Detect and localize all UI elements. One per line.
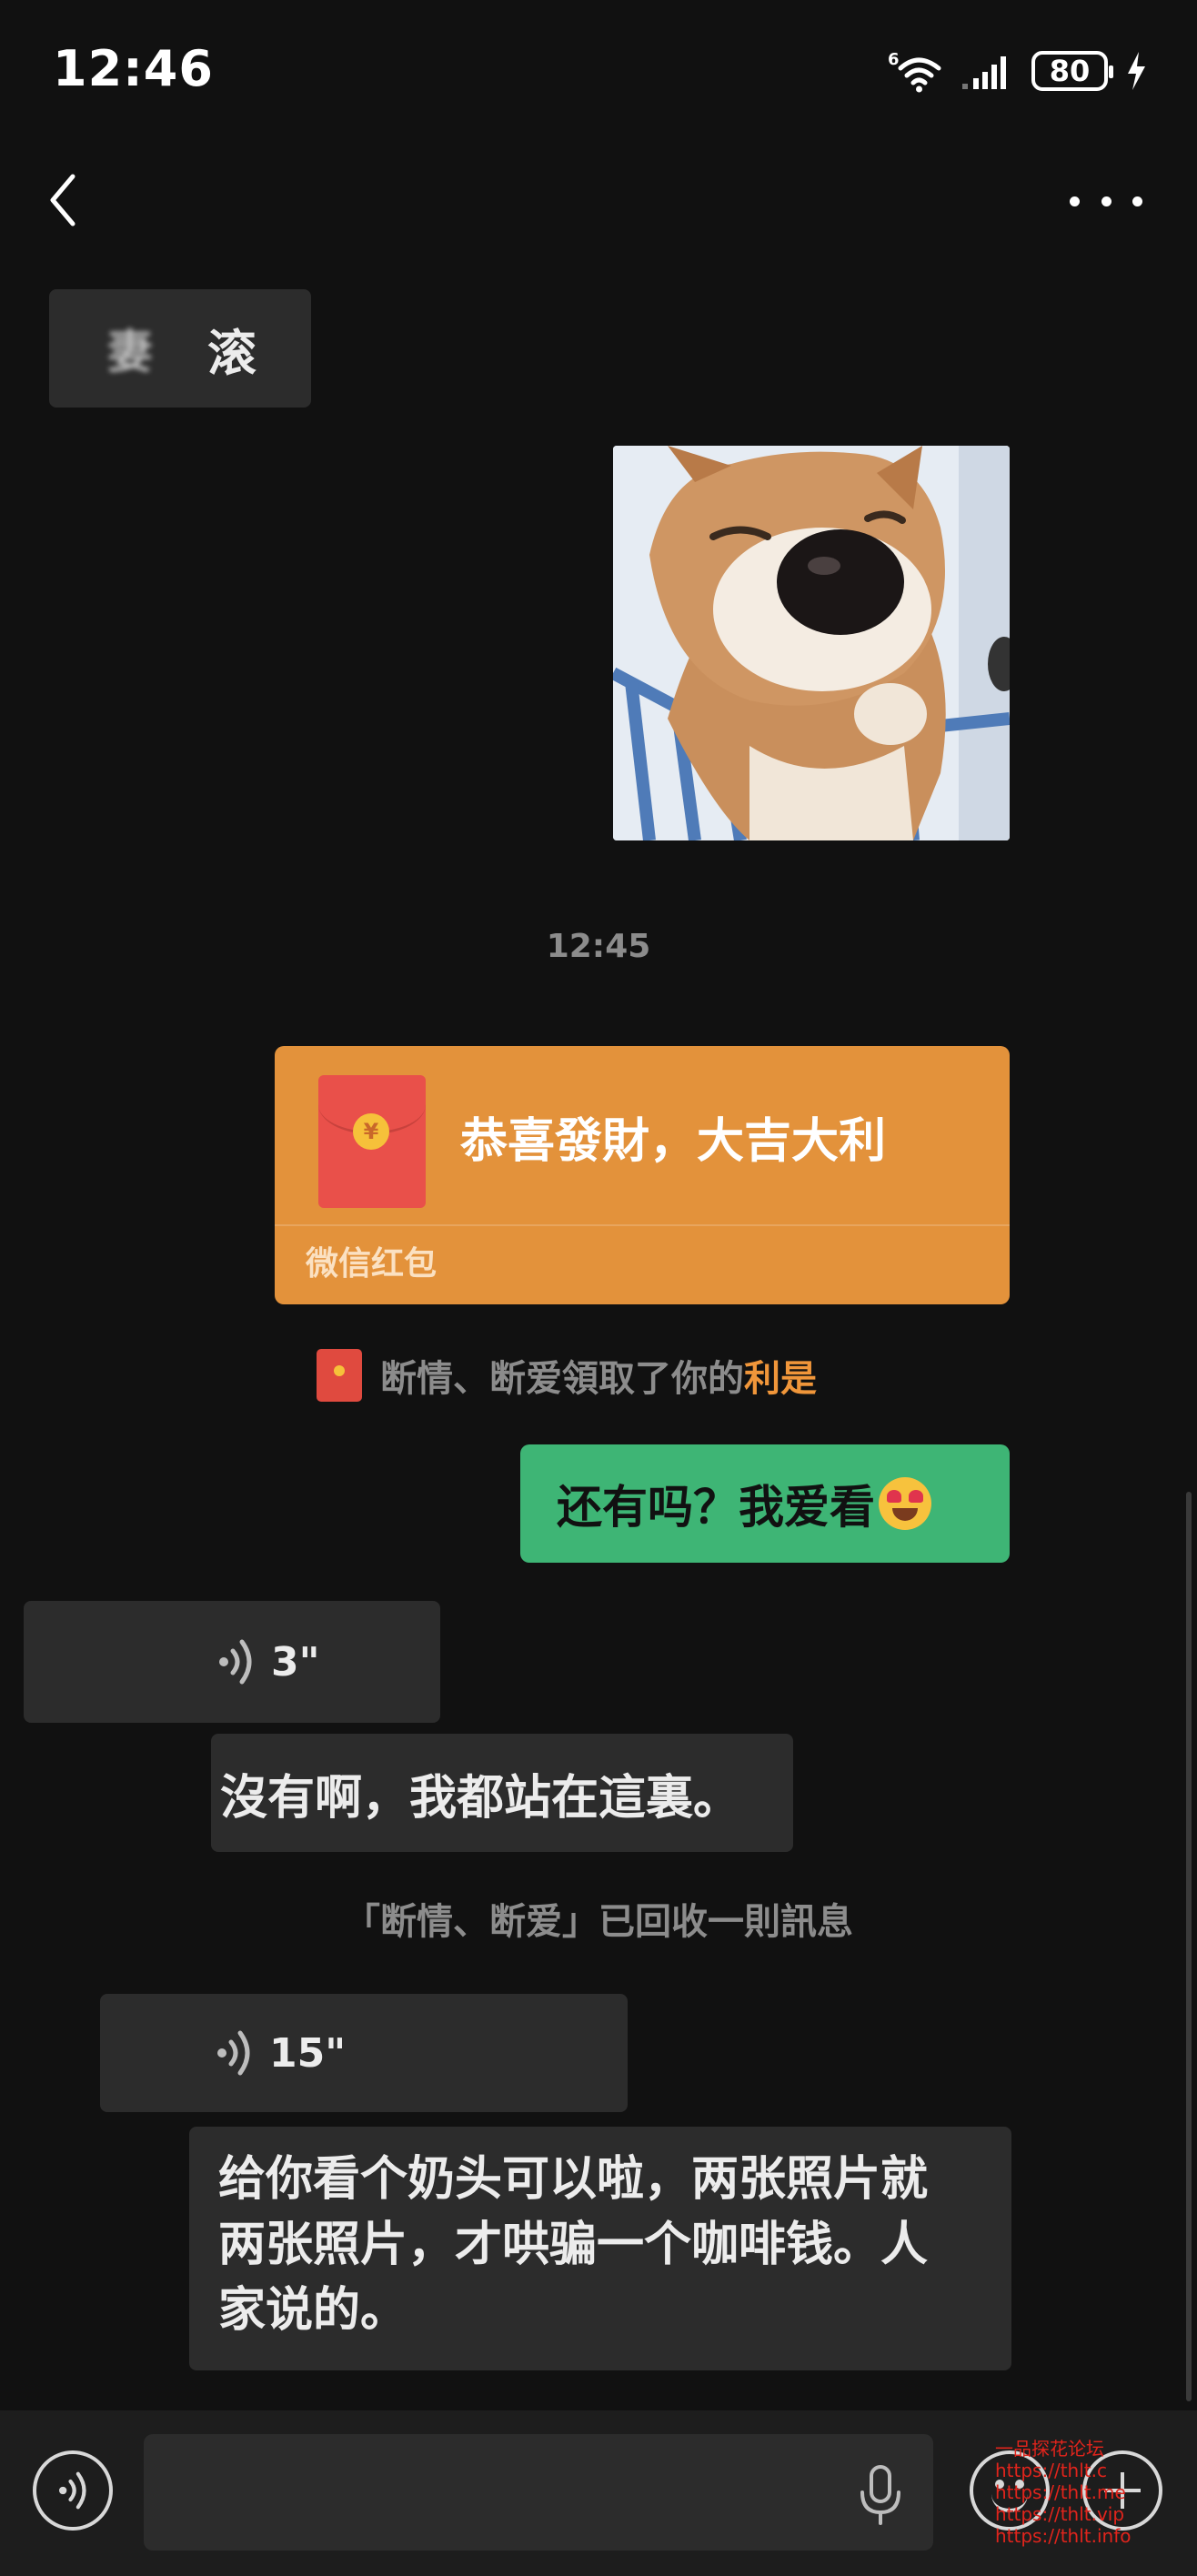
shiba-dog-sticker <box>613 446 1010 840</box>
system-notice-red-packet: 断情、断爱領取了你的 利是 <box>317 1346 817 1404</box>
voice-message-bubble[interactable]: 3" <box>24 1601 440 1723</box>
status-icons: 6 80 <box>888 45 1148 96</box>
watermark-line: https://thlt.me <box>995 2481 1126 2503</box>
red-packet-card[interactable]: ¥ 恭喜發財，大吉大利 微信红包 <box>275 1046 1010 1304</box>
forum-watermark: 一品探花论坛 https://thlt.c https://thlt.me ht… <box>995 2438 1131 2547</box>
charging-icon <box>1128 52 1145 90</box>
battery-icon: 80 <box>1031 51 1113 91</box>
incoming-message-bubble[interactable]: 给你看个奶头可以啦，两张照片就 两张照片，才哄骗一个咖啡钱。人 家说的。 <box>189 2127 1011 2370</box>
voice-mode-button[interactable] <box>33 2450 113 2531</box>
timestamp-separator: 12:45 <box>546 928 651 965</box>
outgoing-message-bubble[interactable]: 还有吗？我爱看 <box>520 1444 1010 1563</box>
red-packet-title: 恭喜發財，大吉大利 <box>460 1114 887 1169</box>
wifi-icon: 6 <box>888 50 941 93</box>
coin-icon: ¥ <box>353 1113 389 1150</box>
red-packet-icon: ¥ <box>318 1075 426 1208</box>
system-notice-recalled: 「断情、断爱」已回收一則訊息 <box>344 1901 853 1943</box>
incoming-message-bubble[interactable]: 沒有啊，我都站在這裏。 <box>211 1734 793 1852</box>
voice-duration: 3" <box>271 1638 320 1685</box>
voice-icon <box>219 1639 252 1685</box>
message-text: 还有吗？我爱看 <box>557 1481 875 1534</box>
voice-icon <box>217 2030 250 2076</box>
wifi-generation: 6 <box>888 50 900 69</box>
message-line: 家说的。 <box>218 2283 408 2338</box>
message-line: 两张照片，才哄骗一个咖啡钱。人 <box>218 2218 929 2272</box>
voice-icon <box>59 2471 86 2510</box>
back-icon <box>50 174 75 226</box>
watermark-line: https://thlt.info <box>995 2525 1132 2547</box>
scrollbar[interactable] <box>1186 1492 1192 2401</box>
message-text: 滚 <box>207 324 256 382</box>
back-button[interactable] <box>40 164 95 236</box>
message-line: 给你看个奶头可以啦，两张照片就 <box>218 2152 929 2207</box>
more-button[interactable] <box>1070 178 1142 224</box>
incoming-message-bubble[interactable]: 妻 滚 <box>49 289 311 408</box>
system-notice-text: 断情、断爱領取了你的 <box>380 1358 744 1400</box>
red-packet-link[interactable]: 利是 <box>744 1349 817 1402</box>
heart-eyes-emoji-icon <box>879 1477 931 1530</box>
voice-message-bubble[interactable]: 15" <box>100 1994 628 2112</box>
sticker-image[interactable] <box>613 446 1010 840</box>
blurred-text: 妻 <box>107 326 153 378</box>
more-icon <box>1070 196 1080 206</box>
watermark-line: 一品探花论坛 <box>995 2438 1104 2460</box>
red-packet-divider <box>275 1224 1010 1226</box>
status-time: 12:46 <box>53 40 214 97</box>
message-input[interactable] <box>144 2434 933 2551</box>
mic-icon[interactable] <box>855 2463 906 2527</box>
message-text: 沒有啊，我都站在這裏。 <box>220 1770 741 1826</box>
red-packet-label: 微信红包 <box>306 1245 438 1283</box>
voice-duration: 15" <box>269 2029 347 2077</box>
watermark-line: https://thlt.c <box>995 2460 1107 2481</box>
signal-icon <box>962 56 1006 89</box>
watermark-line: https://thlt.vip <box>995 2503 1125 2525</box>
red-packet-small-icon <box>317 1349 362 1402</box>
